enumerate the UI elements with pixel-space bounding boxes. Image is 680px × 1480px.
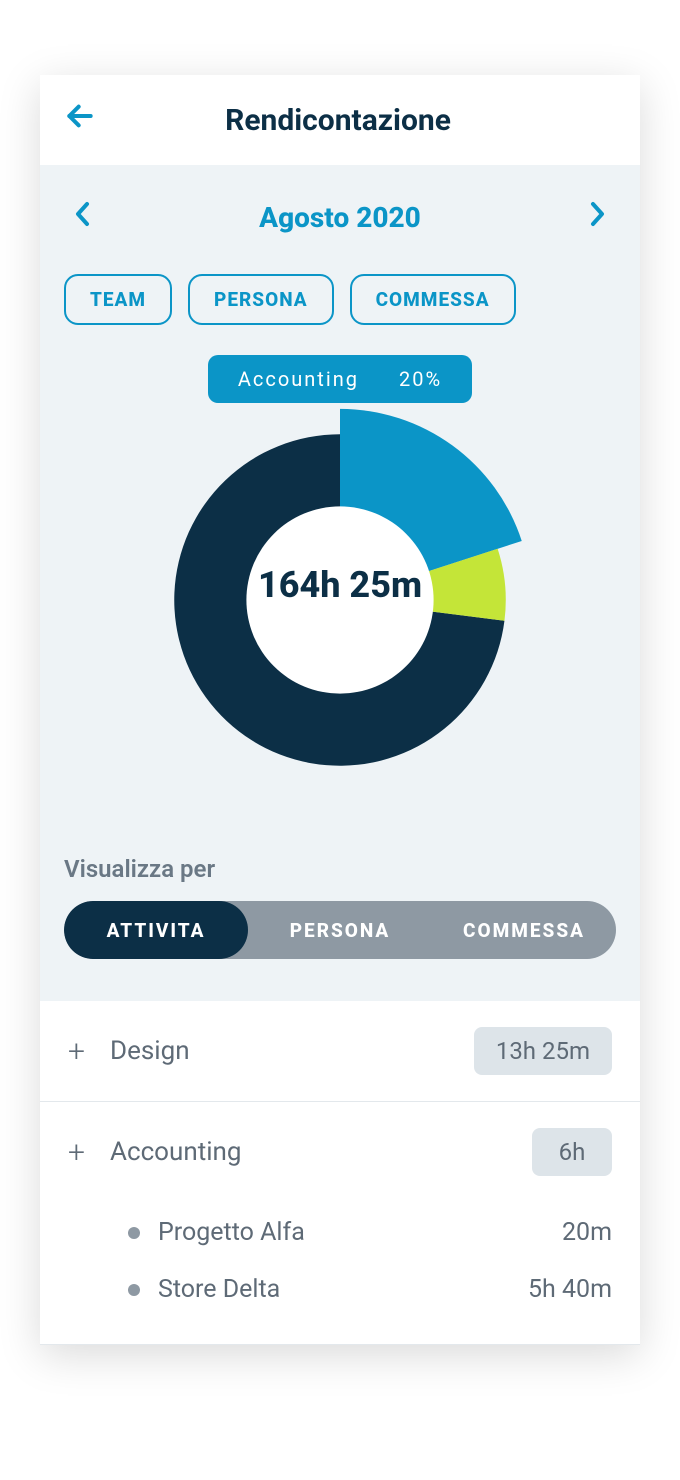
filter-commessa[interactable]: COMMESSA [350,274,516,325]
sub-item: Progetto Alfa 20m [128,1204,612,1261]
view-by-label: Visualizza per [64,855,616,883]
sub-item: Store Delta 5h 40m [128,1261,612,1318]
next-period-button[interactable] [590,201,606,234]
content: Agosto 2020 TEAM PERSONA COMMESSA Accoun… [40,165,640,1345]
sub-item-name: Store Delta [158,1275,510,1304]
header: Rendicontazione [40,75,640,165]
donut-chart: Accounting 20% 164h 25m [64,355,616,815]
view-by-segmented: ATTIVITA PERSONA COMMESSA [64,901,616,959]
filter-team[interactable]: TEAM [64,274,172,325]
tooltip-label: Accounting [238,367,359,391]
sub-item-time: 5h 40m [528,1275,612,1304]
period-label: Agosto 2020 [259,201,421,234]
activity-time-badge: 13h 25m [474,1027,612,1075]
activity-time-badge: 6h [532,1128,612,1176]
list-item: + Design 13h 25m [40,1001,640,1102]
filter-row: TEAM PERSONA COMMESSA [64,274,616,325]
prev-period-button[interactable] [74,201,90,234]
chart-tooltip: Accounting 20% [208,355,472,403]
activity-name: Design [110,1036,452,1066]
seg-attivita[interactable]: ATTIVITA [64,901,248,959]
activity-subitems: Progetto Alfa 20m Store Delta 5h 40m [68,1204,612,1318]
activity-list: + Design 13h 25m + Accounting 6h Progett… [40,1001,640,1345]
period-nav: Agosto 2020 [64,201,616,234]
sub-item-name: Progetto Alfa [158,1218,544,1247]
seg-commessa[interactable]: COMMESSA [432,901,616,959]
expand-icon[interactable]: + [68,1034,88,1069]
bullet-icon [128,1227,140,1239]
app-screen: Rendicontazione Agosto 2020 TEAM PERSONA… [40,75,640,1345]
activity-name: Accounting [110,1137,510,1167]
filter-persona[interactable]: PERSONA [188,274,334,325]
list-item: + Accounting 6h Progetto Alfa 20m Store … [40,1102,640,1345]
expand-icon[interactable]: + [68,1135,88,1170]
sub-item-time: 20m [562,1218,612,1247]
chart-center-label: 164h 25m [258,564,422,606]
bullet-icon [128,1284,140,1296]
seg-persona[interactable]: PERSONA [248,901,432,959]
tooltip-value: 20% [399,367,442,391]
page-title: Rendicontazione [60,103,616,138]
